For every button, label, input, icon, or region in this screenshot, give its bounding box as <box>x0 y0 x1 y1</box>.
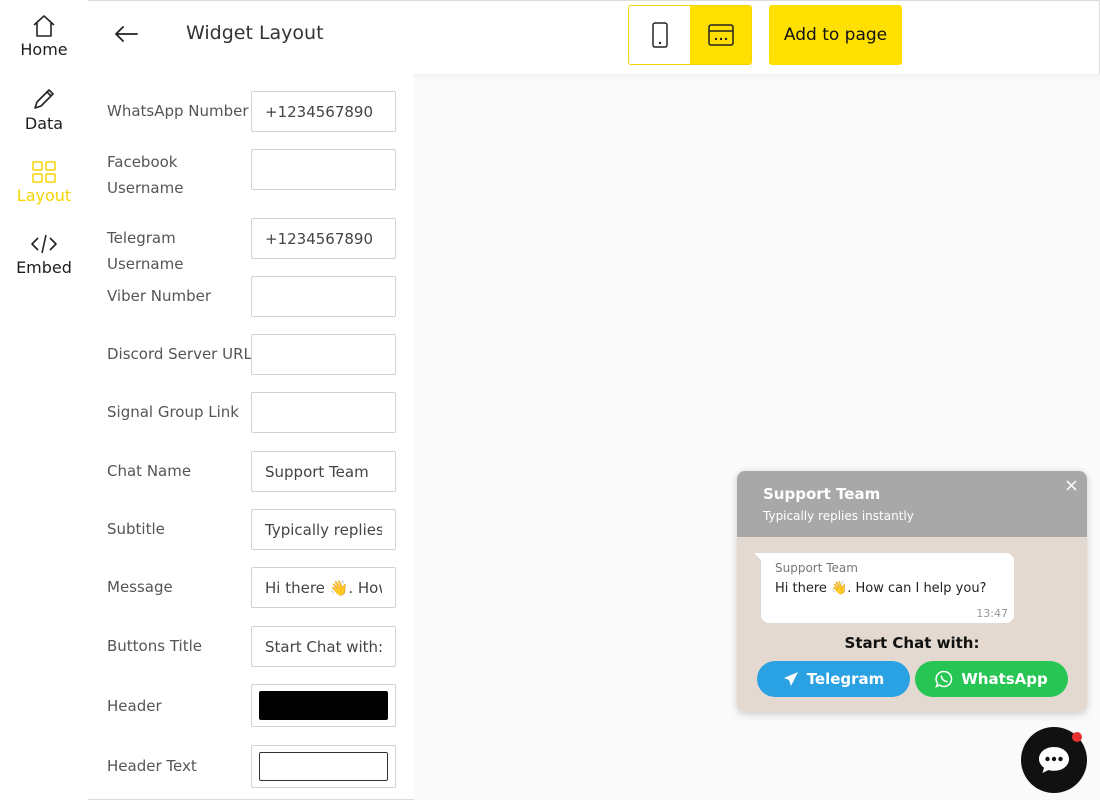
nav-label-home: Home <box>20 40 68 59</box>
settings-form: WhatsApp Number Facebook Username Telegr… <box>88 74 414 800</box>
mobile-view-button[interactable] <box>629 6 690 64</box>
desktop-view-button[interactable] <box>690 6 751 64</box>
telegram-icon <box>783 672 798 686</box>
header-color-swatch <box>259 691 388 720</box>
header-text-color-label: Header Text <box>107 757 197 775</box>
widget-subtitle: Typically replies instantly <box>763 509 914 523</box>
whatsapp-chat-button[interactable]: WhatsApp <box>915 661 1068 697</box>
nav-item-embed[interactable]: Embed <box>0 232 88 277</box>
widget-close-icon[interactable]: × <box>1064 475 1079 496</box>
header-color-label: Header <box>107 697 162 715</box>
bubble-sender-name: Support Team <box>775 561 858 575</box>
arrow-left-icon <box>115 26 138 42</box>
header-color-picker[interactable] <box>251 684 396 727</box>
message-label: Message <box>107 578 173 596</box>
code-icon <box>31 234 57 254</box>
nav-label-layout: Layout <box>16 186 72 205</box>
bubble-message-text: Hi there 👋. How can I help you? <box>775 581 987 596</box>
sidebar-nav: Home Data Layout Embed <box>0 0 88 800</box>
whatsapp-icon <box>935 670 953 688</box>
widget-chat-name: Support Team <box>763 485 881 503</box>
home-icon <box>33 15 55 37</box>
subtitle-label: Subtitle <box>107 520 165 538</box>
signal-group-link-input[interactable] <box>251 392 396 433</box>
nav-item-home[interactable]: Home <box>0 14 88 59</box>
start-chat-title: Start Chat with: <box>844 634 980 652</box>
chat-bubble-icon <box>1039 747 1069 773</box>
discord-server-url-label: Discord Server URL <box>107 345 252 363</box>
widget-header: Support Team Typically replies instantly… <box>737 471 1087 537</box>
buttons-title-input[interactable] <box>251 626 396 667</box>
view-mode-toggle <box>628 5 752 65</box>
telegram-chat-button[interactable]: Telegram <box>757 661 910 697</box>
viber-number-input[interactable] <box>251 276 396 317</box>
header-text-color-picker[interactable] <box>251 745 396 788</box>
message-bubble: Support Team Hi there 👋. How can I help … <box>754 553 1014 623</box>
nav-item-data[interactable]: Data <box>0 86 88 133</box>
mobile-icon <box>651 22 668 48</box>
page-title: Widget Layout <box>186 22 324 44</box>
facebook-username-label: Facebook Username <box>107 153 184 197</box>
grid-icon <box>32 161 56 183</box>
discord-server-url-input[interactable] <box>251 334 396 375</box>
telegram-button-label: Telegram <box>806 670 885 688</box>
chat-widget-preview: Support Team Typically replies instantly… <box>737 471 1087 712</box>
subtitle-input[interactable] <box>251 509 396 550</box>
whatsapp-number-label: WhatsApp Number <box>107 102 249 120</box>
nav-label-data: Data <box>24 114 64 133</box>
chat-launcher-button[interactable] <box>1021 727 1087 793</box>
nav-item-layout[interactable]: Layout <box>0 160 88 205</box>
chat-name-label: Chat Name <box>107 462 192 480</box>
message-input[interactable] <box>251 567 396 608</box>
back-button[interactable] <box>112 22 140 46</box>
pencil-icon <box>34 89 54 109</box>
telegram-username-label: Telegram Username <box>107 229 184 273</box>
telegram-username-input[interactable] <box>251 218 396 259</box>
bubble-timestamp: 13:47 <box>976 607 1008 620</box>
nav-label-embed: Embed <box>16 258 72 277</box>
whatsapp-button-label: WhatsApp <box>961 670 1048 688</box>
browser-window-icon <box>707 24 734 46</box>
chat-name-input[interactable] <box>251 451 396 492</box>
notification-dot <box>1072 732 1082 742</box>
facebook-username-input[interactable] <box>251 149 396 190</box>
buttons-title-label: Buttons Title <box>107 637 202 655</box>
add-to-page-button[interactable]: Add to page <box>769 5 902 65</box>
signal-group-link-label: Signal Group Link <box>107 403 239 421</box>
whatsapp-number-input[interactable] <box>251 91 396 132</box>
viber-number-label: Viber Number <box>107 287 212 305</box>
header-text-color-swatch <box>259 752 388 781</box>
